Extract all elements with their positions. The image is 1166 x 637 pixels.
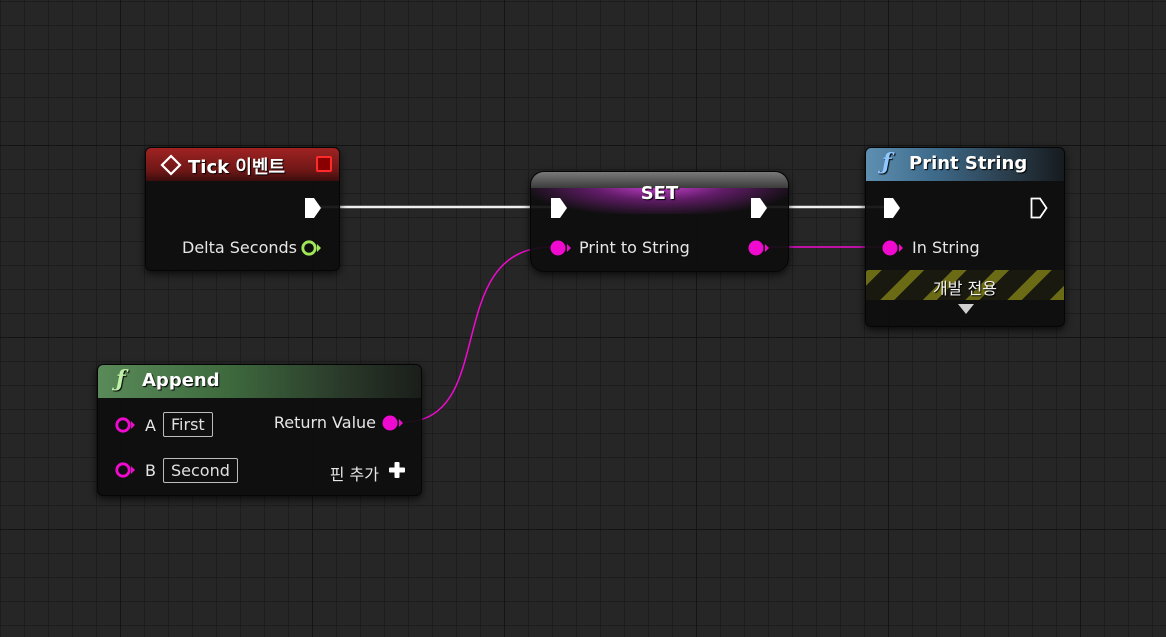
event-stop-icon[interactable] bbox=[316, 156, 332, 172]
append-a-label: A bbox=[145, 416, 156, 435]
function-icon: ƒ bbox=[882, 149, 892, 175]
append-a-input[interactable]: First bbox=[163, 412, 213, 437]
development-only-label: 개발 전용 bbox=[933, 279, 997, 298]
append-b-label: B bbox=[145, 461, 156, 480]
event-diamond-icon bbox=[160, 154, 182, 176]
delta-seconds-pin[interactable] bbox=[300, 239, 324, 257]
print-string-node[interactable]: ƒ Print String In String 개발 전용 bbox=[865, 147, 1065, 327]
print-string-header[interactable]: ƒ Print String bbox=[866, 148, 1064, 181]
string-wire-append-to-set[interactable] bbox=[402, 246, 553, 423]
append-title: Append bbox=[142, 370, 220, 391]
add-pin-plus-icon[interactable] bbox=[388, 461, 406, 479]
set-exec-in-pin[interactable] bbox=[550, 197, 568, 219]
append-b-pin[interactable] bbox=[114, 461, 138, 479]
return-value-label: Return Value bbox=[273, 413, 376, 432]
delta-seconds-label: Delta Seconds bbox=[182, 238, 297, 257]
print-to-string-in-pin[interactable] bbox=[549, 239, 573, 257]
tick-event-title: Tick 이벤트 bbox=[188, 157, 286, 178]
set-exec-out-pin[interactable] bbox=[750, 197, 768, 219]
function-icon: ƒ bbox=[116, 366, 126, 392]
append-header[interactable]: ƒ Append bbox=[98, 365, 421, 398]
expand-arrow-icon[interactable] bbox=[958, 304, 974, 314]
append-node[interactable]: ƒ Append A First Return Value B Second 핀… bbox=[97, 364, 422, 496]
set-variable-node[interactable]: SET Print to String bbox=[530, 171, 789, 272]
print-string-exec-in-pin[interactable] bbox=[883, 197, 901, 219]
print-to-string-label: Print to String bbox=[579, 238, 690, 257]
print-string-title: Print String bbox=[909, 153, 1028, 174]
append-b-input[interactable]: Second bbox=[163, 458, 238, 483]
print-string-exec-out-pin[interactable] bbox=[1030, 197, 1048, 219]
add-pin-label[interactable]: 핀 추가 bbox=[330, 461, 379, 485]
print-to-string-out-pin[interactable] bbox=[747, 239, 771, 257]
tick-event-node[interactable]: Tick 이벤트 Delta Seconds bbox=[145, 147, 340, 271]
return-value-pin[interactable] bbox=[381, 414, 405, 432]
in-string-pin[interactable] bbox=[881, 239, 905, 257]
tick-event-header[interactable]: Tick 이벤트 bbox=[146, 148, 339, 181]
in-string-label: In String bbox=[912, 238, 980, 257]
tick-exec-out-pin[interactable] bbox=[304, 197, 322, 219]
append-a-pin[interactable] bbox=[114, 416, 138, 434]
